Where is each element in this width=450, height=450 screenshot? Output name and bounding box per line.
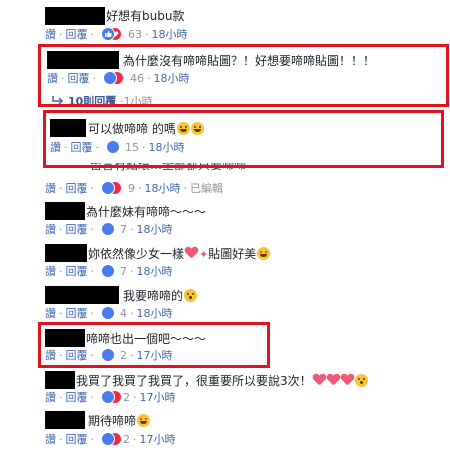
sparkle-icon: ✦ — [199, 248, 209, 261]
kissing-emoji-icon — [354, 374, 368, 387]
comment-text: 好想有bubu款 — [106, 9, 185, 23]
heart-icon — [185, 247, 198, 259]
like-reaction-icon[interactable] — [100, 348, 115, 362]
edited-label[interactable]: 已編輯 — [190, 182, 223, 195]
like-reaction-icon[interactable] — [100, 264, 115, 278]
reactions-icon[interactable] — [100, 390, 122, 404]
like-link[interactable]: 讚 — [45, 391, 56, 404]
reply-link[interactable]: 回覆 — [66, 433, 88, 446]
reaction-count: 63 — [128, 28, 142, 41]
timestamp[interactable]: 18小時 — [152, 28, 188, 41]
timestamp[interactable]: 17小時 — [140, 391, 176, 404]
highlight-box-2 — [43, 110, 444, 168]
like-link[interactable]: 讚 — [45, 182, 56, 195]
reply-link[interactable]: 回覆 — [66, 265, 88, 278]
comment-text-body: 妳依然像少女一樣 — [88, 247, 185, 261]
timestamp[interactable]: 18小時 — [137, 223, 173, 236]
reply-link[interactable]: 回覆 — [66, 182, 88, 195]
comment-text: 為什麼妹有啼啼～～～ — [86, 205, 207, 219]
reactions-icon[interactable] — [100, 432, 122, 446]
like-link[interactable]: 讚 — [45, 265, 56, 278]
redacted-author-name — [45, 7, 105, 25]
reply-link[interactable]: 回覆 — [66, 28, 88, 41]
reply-link[interactable]: 回覆 — [66, 223, 88, 236]
redacted-author-name — [45, 371, 75, 389]
comment-text-body: 期待啼啼 — [88, 414, 137, 428]
reply-link[interactable]: 回覆 — [66, 391, 88, 404]
timestamp[interactable]: 18小時 — [145, 182, 181, 195]
redacted-author-name — [45, 286, 119, 304]
like-reaction-icon[interactable] — [100, 306, 115, 320]
heart-eyes-emoji-icon — [257, 247, 271, 260]
comment-text: 期待啼啼 — [88, 413, 151, 429]
like-link[interactable]: 讚 — [45, 307, 56, 320]
highlight-box-1 — [38, 44, 449, 107]
reactions-icon[interactable] — [100, 181, 123, 195]
comment-text: 我買了我買了我買了，很重要所以要說3次！ — [76, 373, 368, 389]
reaction-count: 2 — [123, 391, 130, 404]
reaction-count: 7 — [120, 223, 127, 236]
comment-meta: 讚 · 回覆 · 9 · 18小時 · 已編輯 — [45, 181, 223, 195]
heart-eyes-emoji-icon — [137, 414, 151, 427]
like-reaction-icon[interactable] — [100, 222, 115, 236]
reaction-count: 2 — [123, 433, 130, 446]
kissing-emoji-icon — [184, 289, 198, 302]
timestamp[interactable]: 17小時 — [140, 433, 176, 446]
comment-meta: 讚 · 回覆 · 2 · 17小時 — [45, 390, 176, 404]
redacted-author-name — [45, 202, 85, 220]
comment-meta: 讚 · 回覆 · 4 · 18小時 — [45, 306, 173, 320]
timestamp[interactable]: 18小時 — [137, 307, 173, 320]
like-link[interactable]: 讚 — [45, 223, 56, 236]
reaction-count: 4 — [120, 307, 127, 320]
comment-text: 妳依然像少女一樣 ✦貼圖好美 — [88, 246, 271, 263]
reply-link[interactable]: 回覆 — [66, 307, 88, 320]
comment-text: 我要啼啼的 — [123, 288, 198, 304]
like-link[interactable]: 讚 — [45, 433, 56, 446]
comment-text-body: 我買了我買了我買了，很重要所以要說3次！ — [76, 374, 312, 388]
heart-icon — [327, 374, 340, 386]
redacted-author-name — [45, 244, 87, 262]
comment-meta: 讚 · 回覆 · 2 · 17小時 — [45, 432, 176, 446]
heart-icon — [313, 374, 326, 386]
comment-meta: 讚 · 回覆 · 7 · 18小時 — [45, 222, 173, 236]
comment-text-tail: 貼圖好美 — [208, 247, 257, 261]
like-reaction-icon[interactable] — [105, 140, 120, 154]
reaction-count: 9 — [128, 182, 135, 195]
reaction-count: 7 — [120, 265, 127, 278]
comment-meta: 讚 · 回覆 · 7 · 18小時 — [45, 264, 173, 278]
comment-text-body: 我要啼啼的 — [123, 289, 184, 303]
timestamp[interactable]: 18小時 — [137, 265, 173, 278]
comment-meta: 讚 · 回覆 · 63 · 18小時 — [45, 27, 188, 41]
like-link[interactable]: 讚 — [45, 28, 56, 41]
reactions-icon[interactable] — [100, 27, 123, 41]
redacted-author-name — [45, 411, 85, 429]
heart-icon — [341, 374, 354, 386]
reactions-icon[interactable] — [102, 71, 125, 85]
highlight-box-3 — [38, 322, 270, 368]
